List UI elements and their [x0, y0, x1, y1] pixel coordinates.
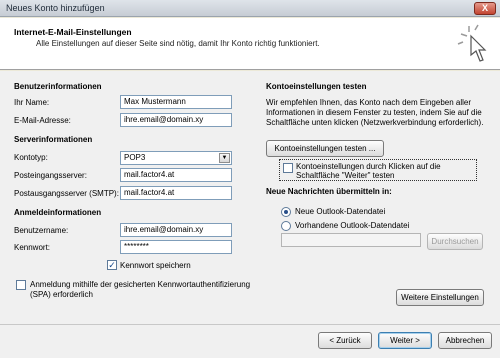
username-field[interactable]: ihre.email@domain.xy [120, 223, 232, 237]
wizard-header: Internet-E-Mail-Einstellungen Alle Einst… [0, 18, 500, 70]
test-description-line1: Wir empfehlen Ihnen, das Konto nach dem … [266, 98, 472, 107]
name-label: Ihr Name: [14, 98, 50, 107]
page-title: Internet-E-Mail-Einstellungen [14, 27, 132, 37]
name-field[interactable]: Max Mustermann [120, 95, 232, 109]
footer-divider [0, 324, 500, 325]
auto-test-label-line2: Schaltfläche "Weiter" testen [296, 171, 395, 180]
spa-checkbox[interactable] [16, 280, 26, 290]
delivery-heading: Neue Nachrichten übermitteln in: [266, 187, 392, 196]
existing-datafile-radio[interactable] [281, 221, 291, 231]
email-label: E-Mail-Adresse: [14, 116, 71, 125]
close-button[interactable]: X [474, 2, 496, 15]
test-settings-heading: Kontoeinstellungen testen [266, 82, 367, 91]
outgoing-server-field[interactable]: mail.factor4.at [120, 186, 232, 200]
account-type-value: POP3 [124, 153, 146, 162]
email-field[interactable]: ihre.email@domain.xy [120, 113, 232, 127]
test-description-line3: Schaltfläche unten klicken (Netzwerkverb… [266, 118, 484, 127]
cursor-click-icon [457, 24, 487, 62]
server-info-heading: Serverinformationen [14, 135, 93, 144]
page-description: Alle Einstellungen auf dieser Seite sind… [36, 39, 320, 48]
wizard-body: Benutzerinformationen Ihr Name: Max Must… [0, 71, 500, 358]
test-account-button[interactable]: Kontoeinstellungen testen ... [266, 140, 384, 157]
password-label: Kennwort: [14, 243, 51, 252]
incoming-server-label: Posteingangsserver: [14, 171, 87, 180]
existing-datafile-label: Vorhandene Outlook-Datendatei [295, 221, 410, 230]
browse-button[interactable]: Durchsuchen [427, 233, 483, 250]
username-label: Benutzername: [14, 226, 69, 235]
datafile-path-field[interactable] [281, 233, 421, 247]
title-bar: Neues Konto hinzufügen X [0, 0, 500, 17]
new-datafile-label: Neue Outlook-Datendatei [295, 207, 386, 216]
remember-password-label: Kennwort speichern [120, 261, 191, 270]
user-info-heading: Benutzerinformationen [14, 82, 102, 91]
remember-password-checkbox[interactable]: ✓ [107, 260, 117, 270]
login-info-heading: Anmeldeinformationen [14, 208, 102, 217]
incoming-server-field[interactable]: mail.factor4.at [120, 168, 232, 182]
auto-test-label-line1: Kontoeinstellungen durch Klicken auf die [296, 162, 441, 171]
test-description-line2: Informationen in diesem Fenster zu teste… [266, 108, 482, 117]
cancel-button[interactable]: Abbrechen [438, 332, 492, 349]
auto-test-checkbox[interactable] [283, 163, 293, 173]
password-field[interactable]: ******** [120, 240, 232, 254]
outgoing-server-label: Postausgangsserver (SMTP): [14, 189, 119, 198]
spa-label-line1: Anmeldung mithilfe der gesicherten Kennw… [30, 280, 251, 289]
account-type-label: Kontotyp: [14, 153, 48, 162]
new-datafile-radio[interactable] [281, 207, 291, 217]
account-type-select[interactable]: POP3 ▼ [120, 151, 232, 165]
spa-label-line2: (SPA) erforderlich [30, 290, 93, 299]
next-button[interactable]: Weiter > [378, 332, 432, 349]
more-settings-button[interactable]: Weitere Einstellungen [396, 289, 484, 306]
back-button[interactable]: < Zurück [318, 332, 372, 349]
window-title: Neues Konto hinzufügen [6, 3, 105, 13]
chevron-down-icon[interactable]: ▼ [219, 153, 230, 163]
